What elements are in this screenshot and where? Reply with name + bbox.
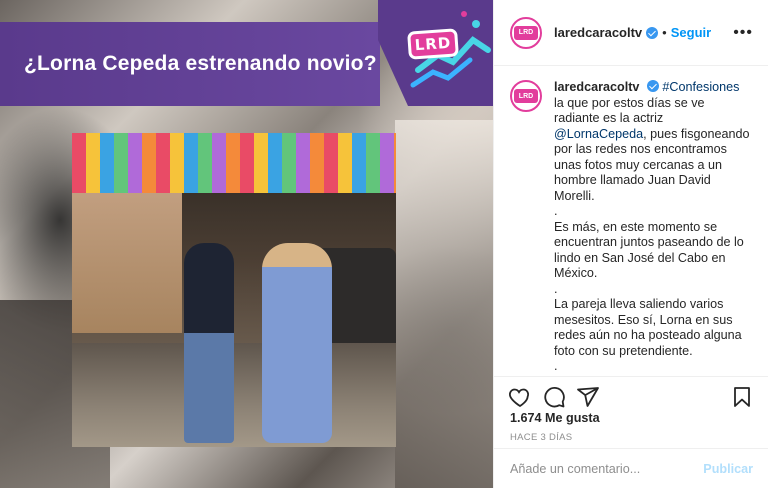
- likes-count[interactable]: 1.674 Me gusta: [510, 411, 600, 425]
- mention-link[interactable]: @LornaCepeda: [554, 127, 643, 141]
- post-media[interactable]: ¿Lorna Cepeda estrenando novio? LRD: [0, 0, 493, 488]
- background-blur-right: [395, 120, 493, 488]
- comment-bar: Publicar: [494, 448, 768, 488]
- comment-input[interactable]: [510, 461, 704, 476]
- caption-para2: Es más, en este momento se encuentran ju…: [554, 219, 744, 281]
- publish-button[interactable]: Publicar: [703, 462, 753, 476]
- follow-button[interactable]: Seguir: [671, 25, 711, 40]
- caption-dot: .: [554, 204, 558, 218]
- post-photo: [72, 133, 396, 447]
- caption-text: laredcaracoltv #Confesiones la que por e…: [554, 80, 753, 376]
- lrd-logo-badge: LRD: [407, 28, 459, 60]
- verified-icon: [646, 26, 659, 39]
- avatar[interactable]: LRD: [510, 16, 542, 49]
- caption-avatar[interactable]: LRD: [510, 80, 542, 112]
- action-icons: [508, 385, 758, 413]
- heart-icon[interactable]: [508, 385, 532, 409]
- caption-dot: .: [554, 359, 558, 373]
- caption-para3: La pareja lleva saliendo varios mesesito…: [554, 297, 742, 358]
- post-header: LRD laredcaracoltv • Seguir •••: [494, 0, 768, 66]
- caption-area: LRD laredcaracoltv #Confesiones la que p…: [494, 66, 768, 376]
- bookmark-icon[interactable]: [730, 385, 754, 409]
- post-sidebar: LRD laredcaracoltv • Seguir ••• LRD lare…: [493, 0, 768, 488]
- avatar-logo: LRD: [514, 25, 538, 40]
- photo-woman: [262, 243, 332, 443]
- photo-flags: [72, 133, 396, 193]
- caption-avatar-logo: LRD: [514, 89, 538, 103]
- post-timestamp[interactable]: HACE 3 DÍAS: [510, 432, 572, 443]
- more-options-icon[interactable]: •••: [733, 24, 753, 42]
- photo-man: [184, 243, 234, 443]
- separator-dot: •: [662, 25, 667, 40]
- caption-para1-start: la que por estos días se ve radiante es …: [554, 95, 705, 126]
- headline-banner: ¿Lorna Cepeda estrenando novio?: [0, 22, 380, 106]
- username-link[interactable]: laredcaracoltv: [554, 25, 642, 40]
- hashtag-link[interactable]: #Confesiones: [662, 80, 739, 94]
- photo-street: [72, 343, 396, 447]
- caption-username[interactable]: laredcaracoltv: [554, 80, 639, 94]
- caption-verified-icon: [646, 80, 659, 92]
- share-icon[interactable]: [576, 385, 600, 409]
- caption-dot: .: [554, 281, 558, 296]
- comment-icon[interactable]: [542, 385, 566, 409]
- headline-text: ¿Lorna Cepeda estrenando novio?: [24, 52, 377, 75]
